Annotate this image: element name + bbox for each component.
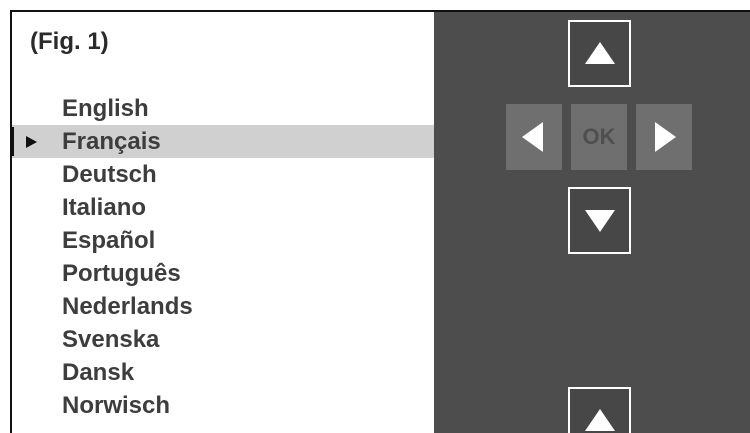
- selection-bar: [12, 127, 14, 156]
- triangle-up-icon: [585, 42, 615, 64]
- language-label: Deutsch: [62, 161, 157, 188]
- language-menu: (Fig. 1) English Français Deutsch Italia…: [12, 12, 434, 433]
- language-label: Svenska: [62, 326, 160, 353]
- language-item[interactable]: Deutsch: [12, 158, 434, 191]
- language-item[interactable]: English: [12, 92, 434, 125]
- triangle-right-icon: [655, 122, 676, 152]
- triangle-left-icon: [522, 122, 543, 152]
- right-button[interactable]: [636, 104, 692, 170]
- language-label: Norwisch: [62, 392, 171, 419]
- down-button[interactable]: [568, 187, 631, 254]
- language-item[interactable]: Norwisch: [12, 389, 434, 422]
- language-item[interactable]: Dansk: [12, 356, 434, 389]
- language-label: Português: [62, 260, 181, 287]
- language-label: Dansk: [62, 359, 135, 386]
- language-item[interactable]: Nederlands: [12, 290, 434, 323]
- language-item[interactable]: Português: [12, 257, 434, 290]
- language-item[interactable]: Español: [12, 224, 434, 257]
- language-label: Nederlands: [62, 293, 193, 320]
- frame-border-left: [10, 10, 12, 433]
- language-label: Español: [62, 227, 156, 254]
- language-item[interactable]: Italiano: [12, 191, 434, 224]
- language-list: English Français Deutsch Italiano Españo…: [12, 92, 434, 422]
- left-button[interactable]: [506, 104, 562, 170]
- scroll-up-button[interactable]: [568, 387, 631, 433]
- navigation-panel: OK: [434, 12, 750, 433]
- language-selection-screen: (Fig. 1) English Français Deutsch Italia…: [10, 10, 750, 433]
- language-label: Français: [62, 128, 161, 155]
- figure-label: (Fig. 1): [30, 28, 109, 55]
- up-button[interactable]: [568, 20, 631, 87]
- frame-border-top: [10, 10, 750, 12]
- triangle-up-icon: [585, 409, 615, 431]
- language-item-selected[interactable]: Français: [12, 125, 434, 158]
- language-item[interactable]: Svenska: [12, 323, 434, 356]
- ok-label: OK: [582, 124, 616, 149]
- ok-button[interactable]: OK: [571, 104, 627, 170]
- language-label: Italiano: [62, 194, 147, 221]
- language-label: English: [62, 95, 149, 122]
- triangle-down-icon: [585, 210, 615, 232]
- selection-pointer-icon: [26, 136, 37, 148]
